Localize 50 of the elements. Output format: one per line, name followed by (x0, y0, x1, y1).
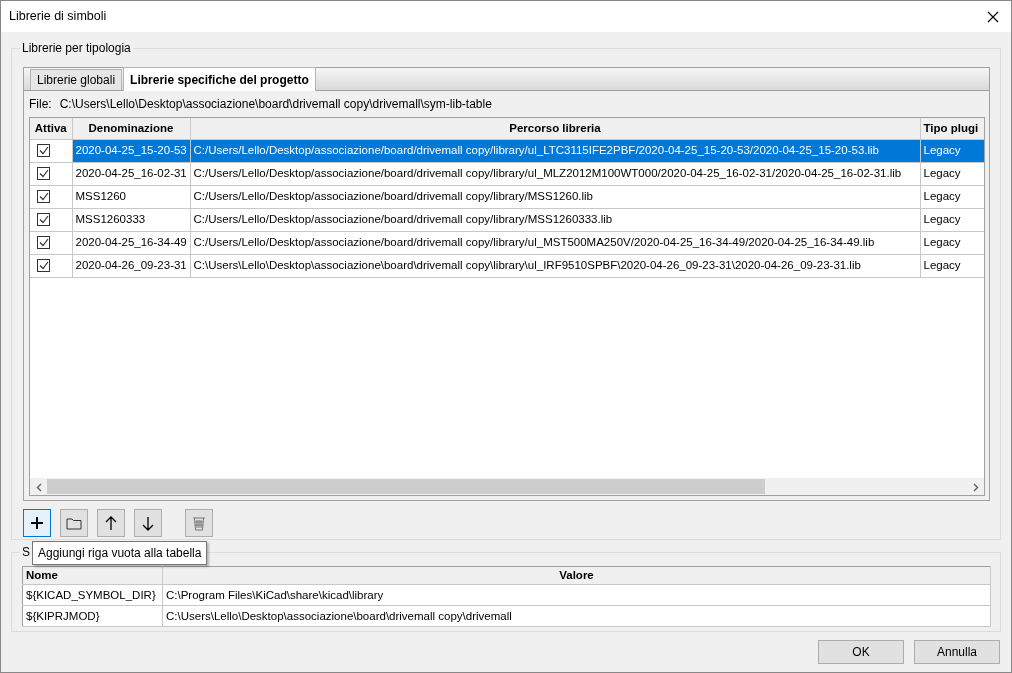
table-cell: C:/Users/Lello/Desktop/associazione/board/drivemall copy/library/MSS1260.lib (190, 185, 920, 208)
checkbox[interactable] (37, 259, 50, 273)
group-title: Librerie per tipologia (20, 41, 133, 55)
table-cell: MSS1260333 (72, 208, 190, 231)
checkbox[interactable] (37, 144, 50, 158)
table-cell: C:/Users/Lello/Desktop/associazione/board/drivemall copy/library/ul_LTC3115IFE2PBF/2020-04-25_15-20-53/2020-04-25_15-20-53.lib (190, 139, 920, 162)
column-header: Nome (22, 566, 163, 585)
table-cell: 2020-04-25_16-34-49 (72, 231, 190, 254)
table-cell: C:/Users/Lello/Desktop/associazione/board/drivemall copy/library/ul_MST500MA250V/2020-04-25_16-34-49/2020-04-25_16-34-49.lib (190, 231, 920, 254)
file-path: C:\Users\Lello\Desktop\associazione\board\drivemall copy\drivemall\sym-lib-table (59, 96, 492, 113)
move-down-button[interactable] (134, 509, 162, 537)
plus-icon (30, 516, 44, 530)
column-header: Tipo plugi (920, 118, 984, 139)
checkbox[interactable] (37, 190, 50, 204)
checkbox[interactable] (37, 236, 50, 250)
up-arrow-icon (105, 515, 117, 531)
group-title: S (20, 545, 32, 559)
column-header: Denominazione (72, 118, 190, 139)
table-cell: ${KIPRJMOD} (22, 605, 163, 627)
cancel-button[interactable]: Annulla (914, 640, 1000, 664)
table-cell: C:\Users\Lello\Desktop\associazione\board\drivemall copy\library\ul_IRF9510SPBF\2020-04-26_09-23-31\2020-04-26_09-23-31.lib (190, 254, 920, 277)
scroll-left-icon[interactable] (35, 482, 42, 492)
horizontal-scrollbar[interactable] (30, 478, 984, 495)
trash-icon (192, 515, 206, 531)
column-header: Valore (162, 566, 991, 585)
checkbox[interactable] (37, 213, 50, 227)
folder-icon (66, 516, 82, 530)
table-cell: 2020-04-26_09-23-31 (72, 254, 190, 277)
tab[interactable]: Librerie globali (30, 69, 123, 90)
browse-button[interactable] (60, 509, 88, 537)
scroll-right-icon[interactable] (972, 482, 979, 492)
down-arrow-icon (142, 515, 154, 531)
table-cell: C:/Users/Lello/Desktop/associazione/board/drivemall copy/library/ul_MLZ2012M100WT000/2020-04-25_16-02-31/2020-04-25_16-02-31.lib (190, 162, 920, 185)
window-title: Librerie di simboli (9, 8, 107, 26)
table-cell: C:\Users\Lello\Desktop\associazione\board\drivemall copy\drivemall (162, 605, 991, 627)
table-cell: 2020-04-25_16-02-31 (72, 162, 190, 185)
column-header: Attiva (30, 118, 72, 139)
tab[interactable]: Librerie specifiche del progetto (123, 67, 316, 91)
table-cell: MSS1260 (72, 185, 190, 208)
table-cell: ${KICAD_SYMBOL_DIR} (22, 584, 163, 606)
move-up-button[interactable] (97, 509, 125, 537)
checkbox[interactable] (37, 167, 50, 181)
file-label: File: (29, 96, 52, 113)
table-cell: 2020-04-25_15-20-53 (72, 139, 190, 162)
column-header: Percorso libreria (190, 118, 920, 139)
ok-button[interactable]: OK (818, 640, 904, 664)
add-button[interactable] (23, 509, 51, 537)
table-cell: C:\Program Files\KiCad\share\kicad\library (162, 584, 991, 606)
table-cell: C:/Users/Lello/Desktop/associazione/board/drivemall copy/library/MSS1260333.lib (190, 208, 920, 231)
tooltip: Aggiungi riga vuota alla tabella (32, 541, 208, 565)
